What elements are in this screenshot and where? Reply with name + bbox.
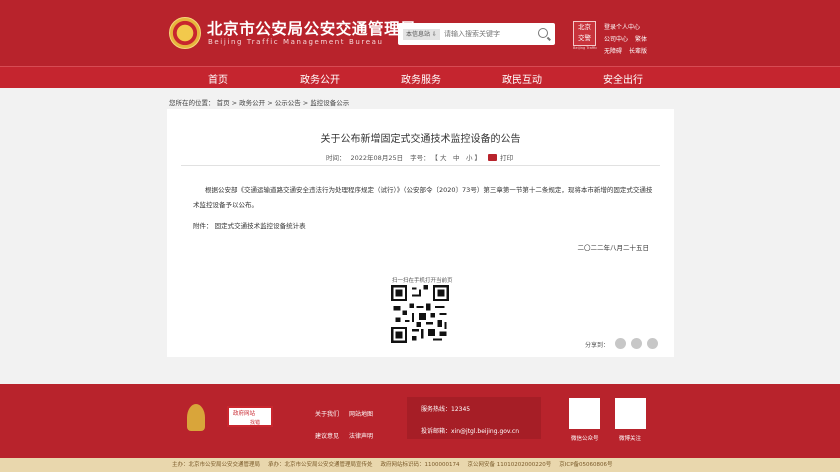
footer-link-about[interactable]: 关于我们 [315, 404, 349, 426]
main-nav: 首页 政务公开 政务服务 政民互动 安全出行 [0, 66, 840, 88]
site-subtitle: Beijing Traffic Management Bureau [208, 38, 384, 46]
badge-line1: 北京 [578, 23, 591, 31]
link-traditional[interactable]: 繁体 [635, 34, 647, 46]
share-label: 分享到： [585, 342, 610, 349]
nav-gov-services[interactable]: 政务服务 [401, 71, 441, 86]
gov-site-error-sub: 找错 [250, 420, 261, 426]
service-hotline: 服务热线：12345 [421, 406, 471, 413]
article-card: 关于公布新增固定式交通技术监控设备的公告 时间： 2022年08月25日 字号： 【… [167, 109, 674, 357]
link-elder-mode[interactable]: 长辈版 [629, 46, 647, 58]
time-label: 时间： [326, 154, 346, 162]
wechat-qr-code [569, 398, 600, 429]
link-company-center[interactable]: 公司中心 [604, 34, 628, 46]
page-qr-code [389, 283, 451, 345]
badge-line2: 交警 [578, 34, 591, 42]
wechat-share-icon[interactable] [615, 338, 626, 349]
time-value: 2022年08月25日 [350, 154, 404, 162]
sponsor: 主办：北京市公安局公安交通管理局 [172, 462, 261, 468]
header-links: 登录个人中心公司中心 繁体无障碍 长辈版 [604, 22, 676, 58]
footer-links: 关于我们 网站地图建议意见 法律声明 [315, 404, 385, 448]
police-emblem-icon [169, 17, 201, 49]
breadcrumb[interactable]: 您所在的位置： 首页 > 政务公开 > 公示公告 > 监控设备公示 [169, 97, 349, 107]
qq-share-icon[interactable] [647, 338, 658, 349]
link-personal-center[interactable]: 登录个人中心 [604, 22, 640, 34]
font-size-options[interactable]: 【 大 中 小 】 [435, 154, 481, 162]
nav-home[interactable]: 首页 [208, 71, 228, 86]
traffic-police-badge[interactable]: 北京 交警 [573, 21, 596, 46]
site-title[interactable]: 北京市公安局公安交通管理局 [207, 17, 416, 39]
police-record[interactable]: 京公网安备 11010202000220号 [468, 462, 552, 468]
article-paragraph: 根据公安部《交通运输道路交通安全违法行为处理程序规定（试行）》（公安部令〔202… [193, 186, 653, 209]
footer-link-feedback[interactable]: 建议意见 [315, 426, 349, 448]
nav-interaction[interactable]: 政民互动 [502, 71, 542, 86]
site-id: 政府网站标识码：1100000174 [380, 462, 460, 468]
print-button[interactable]: 打印 [500, 154, 513, 162]
nav-safe-travel[interactable]: 安全出行 [603, 71, 643, 86]
search-box: 本信息站 ⇩ [398, 23, 555, 45]
wechat-qr-caption: 微信公众号 [571, 436, 599, 442]
font-size-label: 字号： [410, 154, 430, 162]
gov-site-error-title: 政府网站 [233, 411, 256, 417]
organizer: 承办：北京市公安局公安交通管理局宣传处 [268, 462, 373, 468]
title-divider [181, 165, 660, 166]
article-title: 关于公布新增固定式交通技术监控设备的公告 [320, 134, 521, 145]
weibo-qr-caption: 微博关注 [619, 436, 642, 442]
print-icon[interactable] [488, 154, 498, 161]
attachment-link[interactable]: 附件： 固定式交通技术监控设备统计表 [193, 219, 653, 234]
link-accessibility[interactable]: 无障碍 [604, 46, 622, 58]
badge-caption: Beijing Traffic [573, 46, 598, 51]
search-scope-select[interactable]: 本信息站 ⇩ [403, 29, 440, 40]
nav-gov-affairs-open[interactable]: 政务公开 [300, 71, 340, 86]
search-input[interactable] [444, 27, 532, 41]
search-icon[interactable] [538, 28, 548, 38]
weibo-qr-code [615, 398, 646, 429]
weibo-share-icon[interactable] [631, 338, 642, 349]
article-meta: 时间： 2022年08月25日 字号： 【 大 中 小 】 打印 [326, 152, 518, 162]
icp-record[interactable]: 京ICP备05060806号 [559, 462, 612, 468]
footer-link-sitemap[interactable]: 网站地图 [349, 404, 383, 426]
site-header: 北京市公安局公安交通管理局 Beijing Traffic Management… [0, 0, 840, 66]
footer-link-legal[interactable]: 法律声明 [349, 426, 383, 448]
party-logo-icon[interactable] [187, 404, 205, 431]
article-date: 二〇二二年八月二十五日 [577, 244, 650, 252]
complaint-email[interactable]: 投诉邮箱：xin@jtgl.beijing.gov.cn [421, 426, 519, 435]
bottom-info-bar: 主办：北京市公安局公安交通管理局 承办：北京市公安局公安交通管理局宣传处 政府网站标… [0, 458, 840, 472]
